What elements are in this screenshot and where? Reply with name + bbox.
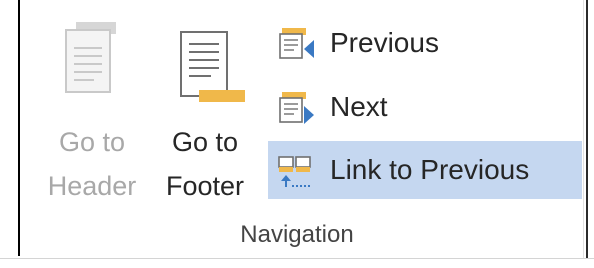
- previous-button[interactable]: Previous: [268, 14, 582, 72]
- go-to-footer-icon: [155, 12, 255, 112]
- link-to-previous-icon: [276, 151, 316, 191]
- navigation-group: Go to Header Go to Footer Previous Next …: [0, 0, 594, 268]
- go-to-header-label-line2: Header: [47, 171, 137, 201]
- go-to-footer-button[interactable]: Go to Footer: [155, 12, 255, 212]
- next-button[interactable]: Next: [268, 78, 582, 136]
- link-to-previous-button[interactable]: Link to Previous: [268, 141, 582, 199]
- go-to-header-label-line1: Go to: [58, 127, 126, 157]
- link-to-previous-label: Link to Previous: [330, 154, 530, 185]
- go-to-header-button[interactable]: Go to Header: [42, 12, 142, 212]
- go-to-footer-label-line2: Footer: [165, 171, 245, 201]
- go-to-header-icon: [42, 12, 142, 112]
- group-bottom-line: [0, 258, 594, 259]
- group-label: Navigation: [240, 221, 354, 248]
- previous-label: Previous: [330, 27, 439, 58]
- next-label: Next: [330, 91, 388, 122]
- next-section-icon: [276, 88, 316, 128]
- previous-section-icon: [276, 24, 316, 64]
- go-to-footer-label-line1: Go to: [171, 127, 239, 157]
